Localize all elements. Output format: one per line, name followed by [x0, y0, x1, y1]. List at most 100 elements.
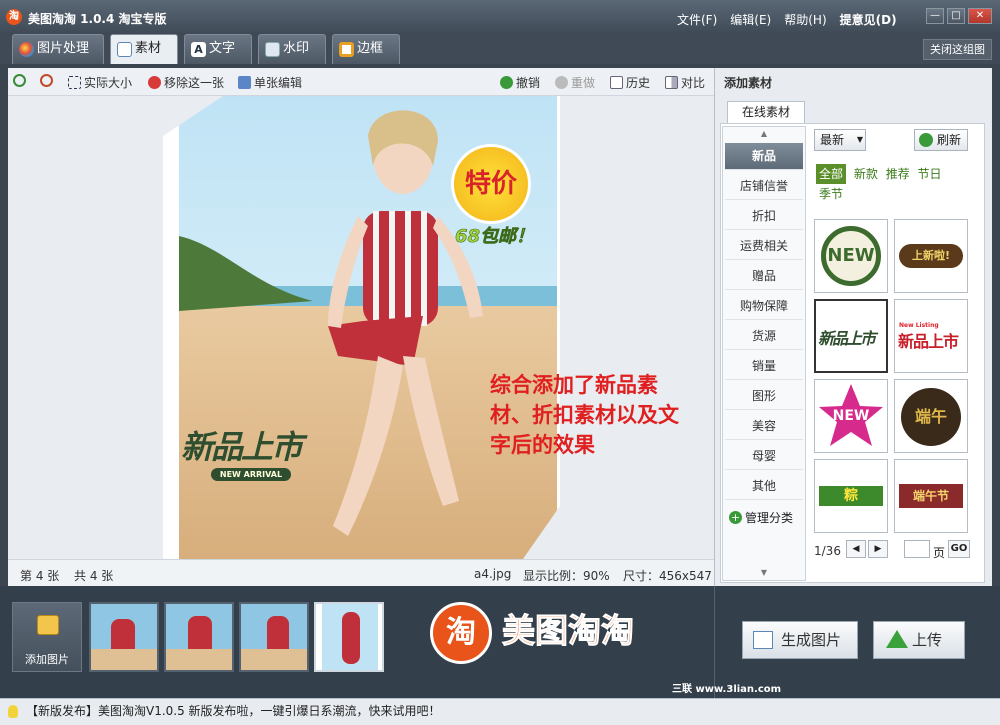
sticker-thumb-selected[interactable]: 新品上市	[814, 299, 888, 373]
status-bar: 第 4 张 共 4 张 a4.jpg 显示比例：90% 尺寸：456x547	[8, 559, 714, 586]
category-item[interactable]: 赠品	[725, 263, 803, 290]
tab-material[interactable]: 素材	[110, 34, 178, 64]
free-shipping-text[interactable]: 68包邮！	[455, 222, 535, 248]
image-thumbnail-selected[interactable]	[314, 602, 384, 672]
filter-tag[interactable]: 季节	[819, 184, 843, 204]
history-icon	[610, 76, 623, 89]
refresh-label: 刷新	[937, 133, 962, 147]
refresh-button[interactable]: 刷新	[914, 129, 968, 151]
category-item[interactable]: 店铺信誉	[725, 173, 803, 200]
page-label: 页	[933, 546, 946, 560]
sort-value: 最新	[820, 133, 845, 147]
remove-label: 移除这一张	[164, 76, 225, 90]
history-label: 历史	[626, 76, 651, 90]
sticker-thumb[interactable]: NEW	[814, 219, 888, 293]
category-item[interactable]: 新品	[725, 143, 803, 170]
sticker-thumb[interactable]: 粽	[814, 459, 888, 533]
category-item[interactable]: 图形	[725, 383, 803, 410]
sticker-thumb[interactable]: NEW	[814, 379, 888, 453]
brand-logo-icon: 淘	[430, 602, 492, 664]
add-image-icon	[37, 615, 59, 635]
sticker-thumb[interactable]: New Listing 新品上市	[894, 299, 968, 373]
compare-button[interactable]: 对比	[665, 74, 705, 91]
go-button[interactable]: GO	[948, 540, 970, 558]
text-icon: A	[191, 42, 206, 57]
maximize-button[interactable]: □	[947, 8, 965, 24]
close-button[interactable]: ✕	[968, 8, 992, 24]
edited-photo[interactable]: 特价 68包邮！ 新品上市 NEW ARRIVAL	[163, 96, 560, 559]
zoom-out-button[interactable]	[40, 74, 53, 87]
scroll-down-icon[interactable]: ▼	[723, 566, 805, 580]
tab-label: 边框	[357, 41, 384, 56]
tab-frame[interactable]: 边框	[332, 34, 400, 64]
category-item[interactable]: 折扣	[725, 203, 803, 230]
sticker-thumb[interactable]: 端午	[894, 379, 968, 453]
sticker-label: NEW	[821, 226, 881, 286]
new-arrival-sticker[interactable]: 新品上市	[181, 422, 303, 468]
category-item[interactable]: 运费相关	[725, 233, 803, 260]
next-page-button[interactable]: ▶	[868, 540, 888, 558]
page-input[interactable]	[904, 540, 930, 558]
total-count: 共 4 张	[74, 569, 114, 583]
category-item[interactable]: 销量	[725, 353, 803, 380]
menu-file[interactable]: 文件(F)	[677, 11, 717, 28]
add-image-label: 添加图片	[25, 653, 69, 666]
upload-label: 上传	[912, 631, 943, 649]
prev-page-button[interactable]: ◀	[846, 540, 866, 558]
menu-edit[interactable]: 编辑(E)	[730, 11, 771, 28]
sticker-label: 粽	[819, 486, 883, 506]
single-edit-button[interactable]: 单张编辑	[238, 74, 302, 91]
remove-image-button[interactable]: 移除这一张	[148, 74, 224, 91]
upload-button[interactable]: 上传	[873, 621, 965, 659]
current-index: 第 4 张	[20, 569, 60, 583]
minimize-button[interactable]: —	[926, 8, 944, 24]
new-arrival-ribbon: NEW ARRIVAL	[211, 468, 291, 481]
tab-label: 图片处理	[37, 41, 90, 56]
category-item[interactable]: 美容	[725, 413, 803, 440]
add-image-button[interactable]: 添加图片	[12, 602, 82, 672]
manage-categories-button[interactable]: + 管理分类	[729, 509, 793, 526]
actual-size-button[interactable]: 实际大小	[68, 74, 132, 91]
news-text[interactable]: 【新版发布】美图淘淘V1.0.5 新版发布啦，一键引爆日系潮流，快来试用吧！	[26, 704, 441, 718]
scroll-up-icon[interactable]: ▲	[723, 127, 805, 141]
tab-text[interactable]: A 文字	[184, 34, 252, 64]
sticker-thumb[interactable]: 端午节	[894, 459, 968, 533]
material-panel: 添加素材 在线素材 ▲ 新品 店铺信誉 折扣 运费相关 赠品 购物保障 货源 销…	[714, 68, 992, 586]
price-tag-sticker[interactable]: 特价	[451, 144, 531, 224]
filter-tag[interactable]: 节日	[918, 164, 942, 184]
undo-label: 撤销	[516, 76, 541, 90]
annotation-text: 综合添加了新品素材、折扣素材以及文字后的效果	[490, 373, 679, 457]
image-thumbnail[interactable]	[164, 602, 234, 672]
filter-tag[interactable]: 新款	[854, 164, 878, 184]
redo-button[interactable]: 重做	[555, 74, 595, 91]
zoom-in-button[interactable]	[13, 74, 26, 87]
category-item[interactable]: 其他	[725, 473, 803, 500]
menu-help[interactable]: 帮助(H)	[784, 11, 826, 28]
sticker-label: 端午节	[899, 484, 963, 508]
tab-label: 文字	[209, 41, 236, 56]
category-item[interactable]: 购物保障	[725, 293, 803, 320]
tab-image-processing[interactable]: 图片处理	[12, 34, 104, 64]
tab-online-materials[interactable]: 在线素材	[727, 101, 805, 123]
filter-tag[interactable]: 推荐	[886, 164, 910, 184]
generate-image-button[interactable]: 生成图片	[742, 621, 858, 659]
image-thumbnail[interactable]	[239, 602, 309, 672]
sticker-thumb[interactable]: 上新啦!	[894, 219, 968, 293]
sticker-label: 新品上市	[898, 332, 959, 351]
tab-watermark[interactable]: 水印	[258, 34, 326, 64]
filter-tag[interactable]: 全部	[816, 164, 847, 184]
history-button[interactable]: 历史	[610, 74, 650, 91]
menu-feedback[interactable]: 提意见(D)	[840, 11, 897, 28]
undo-button[interactable]: 撤销	[500, 74, 540, 91]
redo-label: 重做	[571, 76, 596, 90]
category-item[interactable]: 货源	[725, 323, 803, 350]
actual-size-icon	[68, 76, 81, 89]
actual-size-label: 实际大小	[84, 76, 133, 90]
close-group-button[interactable]: 关闭这组图	[923, 39, 992, 60]
sticker-label: 端午	[901, 388, 961, 446]
sort-dropdown[interactable]: 最新 ▼	[814, 129, 866, 151]
image-thumbnail[interactable]	[89, 602, 159, 672]
news-bar: 【新版发布】美图淘淘V1.0.5 新版发布啦，一键引爆日系潮流，快来试用吧！	[0, 698, 1000, 725]
category-item[interactable]: 母婴	[725, 443, 803, 470]
manage-label: 管理分类	[745, 511, 794, 525]
